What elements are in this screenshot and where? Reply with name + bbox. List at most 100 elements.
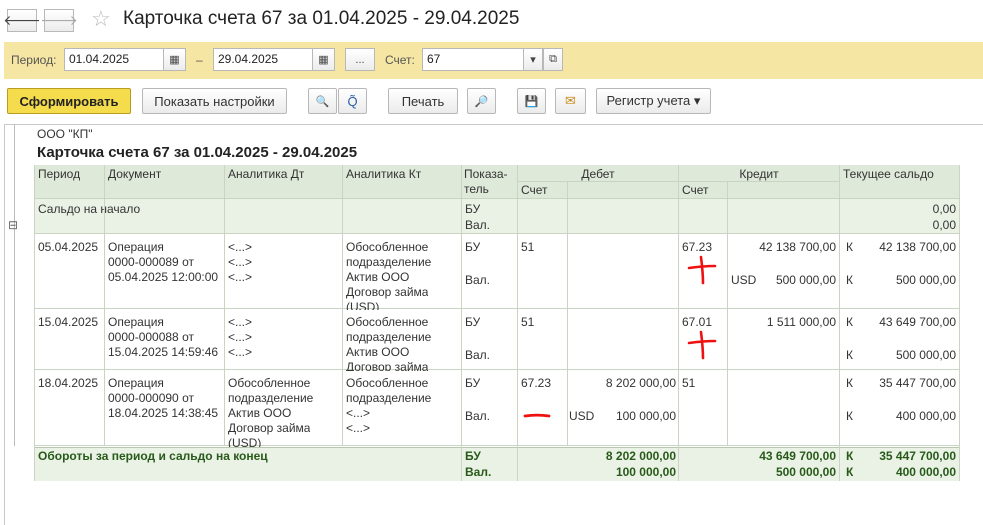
handwritten-plus-mark — [687, 255, 717, 285]
totals-balance-bu: 35 447 700,00 — [879, 449, 956, 463]
column-divider — [678, 165, 679, 481]
print-button[interactable]: Печать — [388, 88, 458, 114]
row-indicator-bu: БУ — [465, 376, 481, 390]
column-divider — [104, 165, 105, 446]
column-divider — [567, 181, 568, 446]
window-title: Карточка счета 67 за 01.04.2025 - 29.04.… — [123, 8, 520, 29]
row-analytics-kt-line: подразделение — [346, 330, 432, 344]
totals-credit-val: 500 000,00 — [775, 465, 836, 479]
show-settings-button[interactable]: Показать настройки — [142, 88, 287, 114]
search-button[interactable]: 🔍 — [308, 88, 337, 114]
row-balance-val: 400 000,00 — [895, 409, 956, 423]
generate-button[interactable]: Сформировать — [7, 88, 131, 114]
row-credit-currency: USD — [731, 273, 757, 287]
period-dash: – — [196, 53, 203, 67]
row-debit-amount: 8 202 000,00 — [605, 376, 676, 390]
row-analytics-kt-line: Обособленное — [346, 240, 429, 254]
account-open-button[interactable]: ⧉ — [543, 48, 563, 71]
row-credit-amount: 1 511 000,00 — [766, 315, 836, 329]
row-analytics-kt-line: подразделение — [346, 255, 432, 269]
col-indicator-header: Показа- — [464, 167, 508, 181]
totals-side-bu: К — [846, 449, 854, 463]
opening-indicator-bu: БУ — [465, 202, 481, 216]
mail-icon: ✉ — [565, 93, 576, 108]
totals-debit-val: 100 000,00 — [615, 465, 676, 479]
row-balance-bu: 43 649 700,00 — [879, 315, 956, 329]
column-divider — [224, 165, 225, 446]
col-debit-header: Дебет — [581, 167, 615, 181]
back-button[interactable]: 🡐 — [3, 9, 41, 32]
send-mail-button[interactable]: ✉ — [555, 88, 586, 114]
row-balance-side: К — [846, 348, 853, 362]
column-divider — [839, 165, 840, 481]
row-document-line: Операция — [108, 315, 164, 329]
totals-indicator-val: Вал. — [465, 465, 492, 479]
totals-label: Обороты за период и сальдо на конец — [38, 449, 268, 463]
col-document-header: Документ — [108, 167, 162, 181]
row-document-line: 05.04.2025 12:00:00 — [108, 270, 219, 284]
calendar-to-button[interactable]: ▦ — [312, 48, 335, 71]
report-title: Карточка счета 67 за 01.04.2025 - 29.04.… — [37, 144, 358, 161]
row-indicator-val: Вал. — [465, 409, 491, 423]
row-analytics-dt-line: <...> — [228, 240, 253, 254]
row-document-line: 0000-000089 от — [108, 255, 194, 269]
account-dropdown-button[interactable]: ▾ — [523, 48, 543, 71]
row-analytics-dt-line: подразделение — [228, 391, 314, 405]
row-debit-account: 51 — [521, 315, 535, 329]
row-analytics-dt-line: Обособленное — [228, 376, 311, 390]
row-analytics-kt-line: подразделение — [346, 391, 432, 405]
row-document-line: Операция — [108, 376, 164, 390]
row-period: 05.04.2025 — [38, 240, 99, 254]
row-document-line: 15.04.2025 14:59:46 — [108, 345, 219, 359]
print-preview-button[interactable]: 🔎 — [467, 88, 496, 114]
row-credit-account: 51 — [682, 376, 696, 390]
row-document-line: 0000-000090 от — [108, 391, 194, 405]
row-debit-currency: USD — [569, 409, 595, 423]
col-credit-header: Кредит — [739, 167, 779, 181]
opening-balance-val: 0,00 — [932, 218, 956, 232]
col-period-header: Период — [38, 167, 81, 181]
arrow-right-icon: 🡒 — [40, 12, 78, 28]
row-debit-currency-amount: 100 000,00 — [615, 409, 676, 423]
collapse-group-icon[interactable]: ⊟ — [8, 219, 18, 231]
period-select-button[interactable]: ... — [345, 48, 375, 71]
row-analytics-kt-line: <...> — [346, 406, 371, 420]
row-analytics-kt-line: Обособленное — [346, 376, 429, 390]
row-analytics-dt-line: <...> — [228, 270, 253, 284]
row-indicator-bu: БУ — [465, 315, 481, 329]
group-bracket-line — [14, 124, 15, 446]
row-debit-account: 67.23 — [521, 376, 552, 390]
calendar-from-button[interactable]: ▦ — [163, 48, 186, 71]
row-credit-amount: 42 138 700,00 — [759, 240, 836, 254]
row-balance-side: К — [846, 376, 853, 390]
calendar-icon: ▦ — [169, 54, 180, 66]
row-balance-side: К — [846, 240, 853, 254]
row-balance-bu: 42 138 700,00 — [879, 240, 956, 254]
account-input[interactable]: 67 — [422, 48, 524, 71]
search-reset-button[interactable]: Q̃ — [338, 88, 367, 114]
row-analytics-kt-line: Актив ООО — [346, 345, 410, 359]
save-icon: 💾 — [524, 95, 539, 108]
row-credit-account: 67.01 — [682, 315, 713, 329]
row-analytics-dt-line: Договор займа — [228, 421, 311, 435]
handwritten-minus-mark — [523, 413, 551, 418]
row-period: 15.04.2025 — [38, 315, 99, 329]
date-to-input[interactable]: 29.04.2025 — [213, 48, 313, 71]
register-dropdown-button[interactable]: Регистр учета ▾ — [596, 88, 711, 114]
totals-side-val: К — [846, 465, 854, 479]
forward-button[interactable]: 🡒 — [40, 9, 78, 32]
row-balance-bu: 35 447 700,00 — [879, 376, 956, 390]
col-analytics-dt-header: Аналитика Дт — [228, 167, 305, 181]
calendar-icon: ▦ — [318, 54, 329, 66]
account-label: Счет: — [385, 53, 415, 67]
row-credit-account: 67.23 — [682, 240, 713, 254]
opening-balance-row[interactable] — [34, 199, 959, 234]
arrow-left-icon: 🡐 — [3, 12, 41, 28]
row-credit-currency-amount: 500 000,00 — [775, 273, 836, 287]
row-debit-account: 51 — [521, 240, 535, 254]
favorite-star-icon[interactable]: ☆ — [91, 6, 111, 32]
col-analytics-kt-header: Аналитика Кт — [346, 167, 422, 181]
row-indicator-bu: БУ — [465, 240, 481, 254]
date-from-input[interactable]: 01.04.2025 — [64, 48, 164, 71]
save-button[interactable]: 💾 — [517, 88, 546, 114]
